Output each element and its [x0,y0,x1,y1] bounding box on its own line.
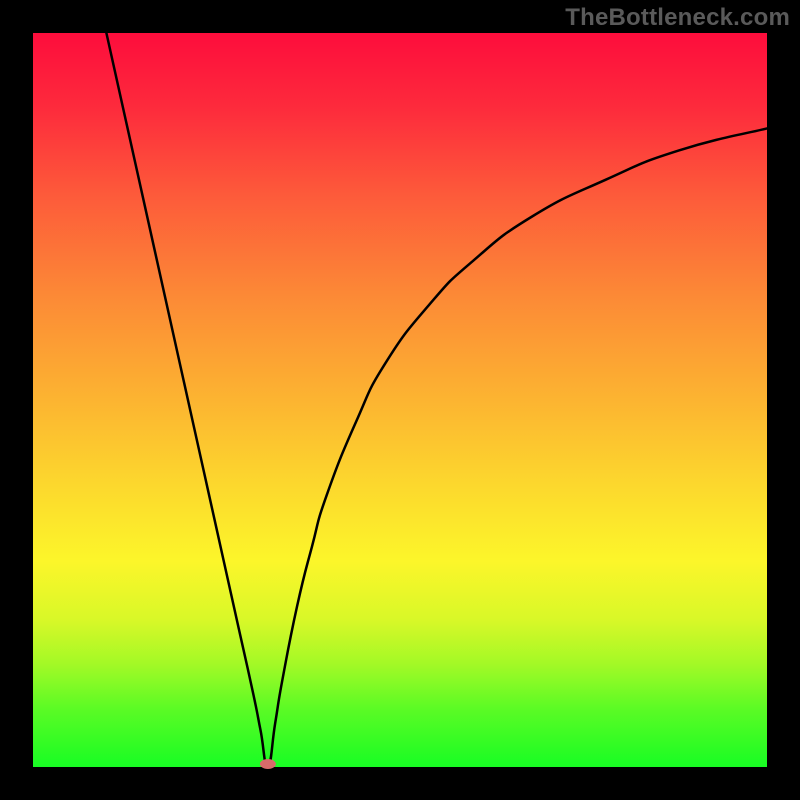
curve-svg [33,33,767,767]
watermark-text: TheBottleneck.com [565,4,790,32]
chart-frame: TheBottleneck.com [0,0,800,800]
bottleneck-curve [106,33,767,767]
plot-area [33,33,767,767]
dip-marker [260,759,276,769]
